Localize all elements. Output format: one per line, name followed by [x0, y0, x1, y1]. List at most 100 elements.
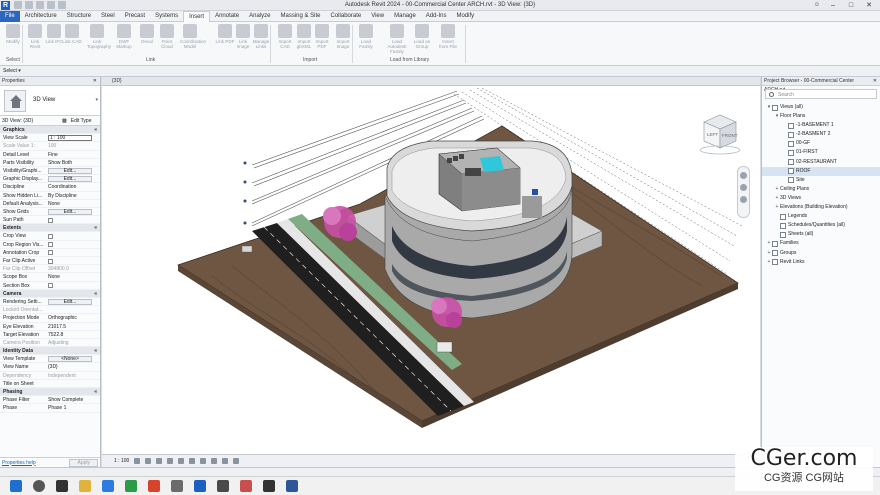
ribbon-tab-collaborate[interactable]: Collaborate: [326, 11, 367, 22]
print-icon[interactable]: [58, 1, 66, 9]
property-value-cell[interactable]: None: [46, 200, 100, 207]
edit-type-button[interactable]: Edit Type: [71, 118, 92, 124]
property-group-header[interactable]: Extents «: [0, 224, 100, 233]
maximize-button[interactable]: □: [846, 2, 856, 9]
search-icon[interactable]: [33, 480, 45, 492]
property-value-cell[interactable]: Edit...: [46, 175, 100, 183]
ribbon-tab-structure[interactable]: Structure: [62, 11, 96, 22]
tool-manage-links[interactable]: Manage Links: [251, 24, 271, 49]
property-checkbox[interactable]: [48, 233, 53, 239]
ribbon-tab-massing-site[interactable]: Massing & Site: [275, 11, 325, 22]
collapse-icon[interactable]: «: [94, 347, 100, 354]
ribbon-tab-annotate[interactable]: Annotate: [210, 11, 244, 22]
tool-decal[interactable]: Decal: [137, 24, 157, 44]
close-icon[interactable]: ✕: [93, 77, 97, 85]
property-value-cell[interactable]: [46, 282, 100, 289]
close-icon[interactable]: ✕: [873, 77, 877, 85]
save-icon[interactable]: [25, 1, 33, 9]
ribbon-tab-systems[interactable]: Systems: [150, 11, 183, 22]
property-edit-button[interactable]: <None>: [48, 356, 92, 363]
close-button[interactable]: ✕: [864, 1, 874, 9]
pan-icon[interactable]: [740, 196, 747, 203]
ribbon-tab-architecture[interactable]: Architecture: [20, 11, 62, 22]
tool-import-gbxml[interactable]: Import gbXML: [294, 24, 314, 49]
property-value-cell[interactable]: Fine: [46, 151, 100, 158]
property-checkbox[interactable]: [48, 258, 53, 264]
tool-point-cloud[interactable]: Point Cloud: [157, 24, 177, 49]
tool-dwf-markup[interactable]: DWF Markup: [114, 24, 134, 49]
browser-node[interactable]: -1-BASEMENT 1: [762, 121, 880, 130]
property-value-cell[interactable]: 7522.8: [46, 331, 100, 338]
instance-selector[interactable]: 3D View: {3D}: [2, 118, 62, 124]
redo-icon[interactable]: [47, 1, 55, 9]
property-value-cell[interactable]: Show Both: [46, 159, 100, 166]
tool-import-pdf[interactable]: Import PDF: [312, 24, 332, 49]
revit-logo-icon[interactable]: R: [1, 1, 10, 10]
ribbon-tab-precast[interactable]: Precast: [120, 11, 150, 22]
property-edit-button[interactable]: Edit...: [48, 167, 92, 174]
task-view-icon[interactable]: [56, 480, 68, 492]
property-value-cell[interactable]: [46, 380, 100, 387]
ribbon-tab-insert[interactable]: Insert: [183, 10, 211, 22]
minimize-button[interactable]: –: [828, 2, 838, 9]
view-tab-3d[interactable]: {3D}: [112, 78, 122, 84]
select-dropdown[interactable]: Select ▾: [3, 68, 21, 74]
browser-node[interactable]: + Elevations (Building Elevation): [762, 203, 880, 212]
browser-node[interactable]: ROOF: [762, 166, 880, 176]
browser-node[interactable]: + Families: [762, 239, 880, 248]
file-explorer-icon[interactable]: [79, 480, 91, 492]
tool-load-autodesk-family[interactable]: Load Autodesk Family: [387, 24, 407, 54]
property-value-cell[interactable]: [46, 249, 100, 256]
open-icon[interactable]: [14, 1, 22, 9]
detail-level-icon[interactable]: [134, 458, 141, 464]
property-value-cell[interactable]: <None>: [46, 355, 100, 363]
browser-node[interactable]: ▾ Floor Plans: [762, 112, 880, 121]
tool-load-as-group[interactable]: Load as Group: [412, 24, 432, 49]
property-value-cell[interactable]: Phase 1: [46, 404, 100, 411]
tool-link-pdf[interactable]: Link PDF: [215, 24, 235, 44]
property-value-cell[interactable]: None: [46, 273, 100, 280]
tool-link-ifc[interactable]: Link IFC: [44, 24, 64, 44]
properties-help-link[interactable]: Properties help: [2, 460, 36, 466]
browser-node[interactable]: Schedules/Quantities (all): [762, 221, 880, 230]
undo-icon[interactable]: [36, 1, 44, 9]
property-group-header[interactable]: Identity Data «: [0, 347, 100, 356]
property-value-cell[interactable]: Edit...: [46, 208, 100, 215]
property-value-cell[interactable]: Orthographic: [46, 314, 100, 321]
browser-node[interactable]: 00-GF: [762, 139, 880, 148]
view-scale[interactable]: 1 : 100: [114, 458, 129, 464]
property-value-cell[interactable]: By Discipline: [46, 192, 100, 199]
property-value-cell[interactable]: Show Complete: [46, 396, 100, 403]
browser-node[interactable]: -2-BASMENT 2: [762, 130, 880, 139]
tool-load-family[interactable]: Load Family: [356, 24, 376, 49]
browser-node[interactable]: Site: [762, 176, 880, 185]
property-checkbox[interactable]: [48, 283, 53, 289]
property-value-cell[interactable]: [46, 232, 100, 239]
browser-node[interactable]: + Revit Links: [762, 258, 880, 267]
ribbon-tab-add-ins[interactable]: Add-Ins: [421, 11, 452, 22]
property-group-header[interactable]: Phasing «: [0, 388, 100, 397]
tool-import-cad[interactable]: Import CAD: [275, 24, 295, 49]
collapse-icon[interactable]: «: [94, 290, 100, 297]
apply-button[interactable]: Apply: [69, 458, 98, 467]
app-icon[interactable]: [263, 480, 275, 492]
browser-node[interactable]: 01-FIRST: [762, 148, 880, 157]
property-checkbox[interactable]: [48, 250, 53, 256]
collapse-icon[interactable]: «: [94, 224, 100, 231]
property-input[interactable]: 1 : 100: [48, 135, 92, 142]
tool-link-image[interactable]: Link Image: [233, 24, 253, 49]
tool-link-revit[interactable]: Link Revit: [25, 24, 45, 49]
show-crop-icon[interactable]: [200, 458, 207, 464]
tool-link-topography[interactable]: Link Topography: [87, 24, 111, 49]
browser-search-input[interactable]: Search: [765, 89, 877, 99]
shadows-icon[interactable]: [167, 458, 174, 464]
browser-node[interactable]: + Groups: [762, 249, 880, 258]
tool-insert-from-file[interactable]: Insert from File: [438, 24, 458, 49]
browser-node[interactable]: +3D Views: [762, 194, 880, 203]
collapse-icon[interactable]: «: [94, 126, 100, 133]
property-value-cell[interactable]: [46, 241, 100, 248]
browser-node[interactable]: Legends: [762, 212, 880, 221]
recorder-icon[interactable]: [240, 480, 252, 492]
property-value-cell[interactable]: [46, 257, 100, 264]
edge-icon[interactable]: [102, 480, 114, 492]
